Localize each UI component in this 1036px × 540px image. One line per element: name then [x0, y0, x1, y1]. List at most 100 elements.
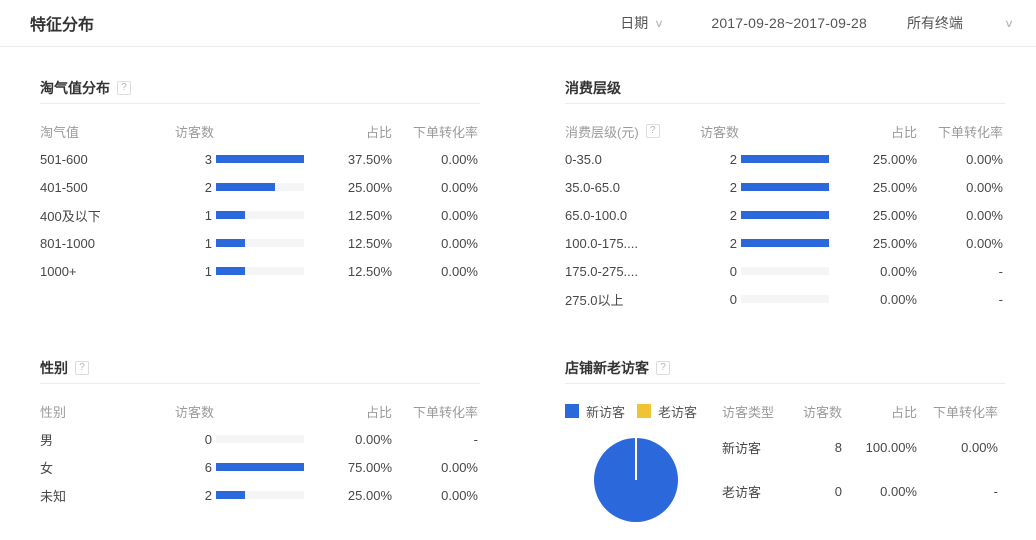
- col-header-conversion: 下单转化率: [392, 122, 478, 141]
- pie-section: 新访客8100.00%0.00% 老访客0 0.00% -: [565, 425, 1005, 535]
- conversion-value: 0.00%: [917, 180, 1003, 195]
- visitor-bar: [741, 211, 829, 219]
- col-header-label: 淘气值: [40, 122, 175, 141]
- divider: [565, 383, 1005, 384]
- date-dropdown[interactable]: 日期 ∨: [620, 13, 663, 33]
- conversion-value: 0.00%: [392, 180, 478, 195]
- visitor-bar: [216, 267, 304, 275]
- visitors-pie-chart[interactable]: [594, 438, 678, 522]
- panel-title: 店铺新老访客: [565, 358, 649, 378]
- visitor-count: 1: [175, 236, 212, 251]
- share-value: 37.50%: [304, 152, 392, 167]
- conversion-value: -: [917, 292, 1003, 307]
- table-body: 0-35.0225.00%0.00%35.0-65.0225.00%0.00%6…: [565, 145, 1005, 313]
- table-row: 275.0以上00.00%-: [565, 285, 1005, 313]
- row-label: 501-600: [40, 152, 175, 167]
- legend-item-old-visitors[interactable]: 老访客: [637, 402, 697, 421]
- share-value: 25.00%: [304, 180, 392, 195]
- table-row: 400及以下112.50%0.00%: [40, 201, 480, 229]
- conversion-value: 0.00%: [392, 264, 478, 279]
- chevron-down-icon: ∨: [1004, 17, 1014, 30]
- row-label: 新访客: [722, 438, 802, 457]
- share-value: 25.00%: [829, 208, 917, 223]
- panel-consumption-level: 消费层级 消费层级(元)? 访客数 占比 下单转化率 0-35.0225.00%…: [545, 70, 1005, 313]
- visitor-count: 1: [175, 264, 212, 279]
- row-label: 1000+: [40, 264, 175, 279]
- table-body: 新访客8100.00%0.00% 老访客0 0.00% -: [722, 425, 1005, 513]
- visitor-bar: [216, 211, 304, 219]
- col-header-conversion: 下单转化率: [917, 402, 998, 421]
- visitor-bar: [216, 183, 304, 191]
- row-label: 801-1000: [40, 236, 175, 251]
- conversion-value: 0.00%: [392, 152, 478, 167]
- row-label: 100.0-175....: [565, 236, 700, 251]
- share-value: 75.00%: [304, 460, 392, 475]
- col-header-visitors: 访客数: [175, 122, 304, 141]
- help-icon[interactable]: ?: [646, 124, 660, 138]
- col-header-share: 占比: [829, 122, 917, 141]
- conversion-value: -: [392, 432, 478, 447]
- date-range-picker[interactable]: 2017-09-28~2017-09-28: [711, 15, 867, 31]
- col-header-share: 占比: [842, 402, 917, 421]
- table-row: 801-1000112.50%0.00%: [40, 229, 480, 257]
- table-row: 1000+112.50%0.00%: [40, 257, 480, 285]
- header-bar: 特征分布 日期 ∨ 2017-09-28~2017-09-28 所有终端 ∨: [0, 0, 1036, 47]
- table-row: 女675.00%0.00%: [40, 453, 480, 481]
- visitor-count: 6: [175, 460, 212, 475]
- conversion-value: -: [917, 264, 1003, 279]
- filter-controls: 日期 ∨ 2017-09-28~2017-09-28 所有终端 ∨: [620, 13, 1013, 33]
- col-header-visitor-type: 访客类型: [722, 402, 802, 421]
- col-header-conversion: 下单转化率: [917, 122, 1003, 141]
- legend-label: 新访客: [586, 402, 625, 421]
- row-label: 女: [40, 458, 175, 477]
- visitor-count: 0: [802, 484, 842, 499]
- legend-item-new-visitors[interactable]: 新访客: [565, 402, 625, 421]
- visitor-bar: [741, 295, 829, 303]
- col-header-visitors: 访客数: [802, 402, 842, 421]
- visitor-bar: [216, 155, 304, 163]
- share-value: 25.00%: [829, 152, 917, 167]
- row-label: 401-500: [40, 180, 175, 195]
- divider: [40, 103, 480, 104]
- share-value: 100.00%: [842, 440, 917, 455]
- table-row: 501-600337.50%0.00%: [40, 145, 480, 173]
- visitor-count: 2: [700, 236, 737, 251]
- table-body: 男0 0.00%- 女6 75.00% 0.00% 未知225.00%0.00%: [40, 425, 480, 509]
- visitor-count: 1: [175, 208, 212, 223]
- conversion-value: 0.00%: [917, 236, 1003, 251]
- pie-legend: 新访客 老访客: [565, 402, 722, 421]
- row-label: 275.0以上: [565, 290, 700, 309]
- visitor-bar: [216, 463, 304, 471]
- conversion-value: -: [917, 484, 998, 499]
- visitor-count: 0: [175, 432, 212, 447]
- conversion-value: 0.00%: [917, 208, 1003, 223]
- row-label: 0-35.0: [565, 152, 700, 167]
- table-header: 性别 访客数 占比 下单转化率: [40, 397, 480, 425]
- visitor-count: 2: [700, 152, 737, 167]
- col-header-visitors: 访客数: [175, 402, 304, 421]
- table-header: 消费层级(元)? 访客数 占比 下单转化率: [565, 117, 1005, 145]
- table-row: 0-35.0225.00%0.00%: [565, 145, 1005, 173]
- table-row: 男0 0.00%-: [40, 425, 480, 453]
- share-value: 0.00%: [304, 432, 392, 447]
- legend-label: 老访客: [658, 402, 697, 421]
- col-header-share: 占比: [304, 122, 392, 141]
- conversion-value: 0.00%: [392, 208, 478, 223]
- row-label: 男: [40, 430, 175, 449]
- help-icon[interactable]: ?: [656, 361, 670, 375]
- table-row: 未知225.00%0.00%: [40, 481, 480, 509]
- share-value: 0.00%: [829, 264, 917, 279]
- help-icon[interactable]: ?: [117, 81, 131, 95]
- conversion-value: 0.00%: [917, 440, 998, 455]
- help-icon[interactable]: ?: [75, 361, 89, 375]
- pie-slice-boundary: [635, 438, 637, 480]
- visitor-bar: [741, 239, 829, 247]
- row-label: 老访客: [722, 482, 802, 501]
- table-row: 新访客8100.00%0.00%: [722, 425, 1005, 469]
- table-header: 淘气值 访客数 占比 下单转化率: [40, 117, 480, 145]
- table-body: 501-600337.50%0.00%401-500225.00%0.00%40…: [40, 145, 480, 285]
- visitor-count: 2: [700, 208, 737, 223]
- new-visitors-swatch-icon: [565, 404, 579, 418]
- panel-gender: 性别 ? 性别 访客数 占比 下单转化率 男00.00%-女675.00%0.0…: [30, 350, 480, 509]
- terminal-dropdown[interactable]: 所有终端 ∨: [907, 13, 1013, 33]
